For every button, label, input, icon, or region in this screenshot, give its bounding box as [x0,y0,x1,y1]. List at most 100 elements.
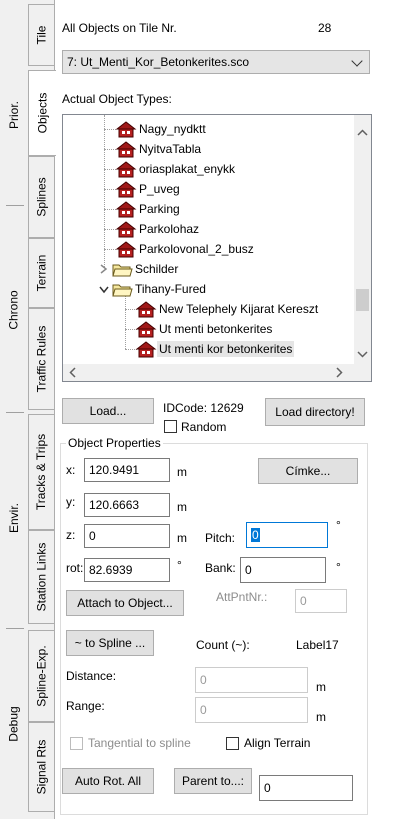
range-field[interactable]: 0 [195,697,308,723]
tangential-checkbox[interactable] [70,737,83,750]
scroll-up-icon[interactable] [357,125,368,139]
distance-field[interactable]: 0 [195,667,308,693]
tree-item-label: Tihany-Fured [135,282,206,296]
y-label: y: [66,495,76,509]
parent-value: 0 [264,781,271,795]
tree-item-selected[interactable]: Ut menti kor betonkerites [135,339,295,359]
cimke-button[interactable]: Címke... [258,458,358,484]
object-type-tree[interactable]: Nagy_nydktt NyitvaTabla oriasplakat_enyk… [62,114,372,382]
tree-item[interactable]: Parkolovonal_2_busz [115,239,256,259]
distance-unit: m [316,680,326,694]
tab-objects[interactable]: Objects [28,70,56,156]
bank-value: 0 [245,563,252,577]
folder-open-icon [112,284,133,297]
tab-traffic-rules[interactable]: Traffic Rules [28,308,54,410]
tree-item[interactable]: NyitvaTabla [115,139,203,159]
rot-value: 82.6939 [89,563,133,577]
object-select[interactable]: 7: Ut_Menti_Kor_Betonkerites.sco [62,50,370,74]
tree-vscrollbar[interactable] [354,115,371,364]
pitch-value: 0 [251,528,260,542]
tree-item-label: Ut menti betonkerites [159,322,273,336]
range-unit: m [316,710,326,724]
tab-spline-exp[interactable]: Spline-Exp. [28,630,54,722]
tab-splines[interactable]: Splines [28,156,54,238]
tab-signal-rts[interactable]: Signal Rts [28,722,54,812]
chevron-right-icon[interactable] [97,262,111,276]
to-spline-button[interactable]: ~ to Spline ... [66,630,154,656]
tree-hscrollbar[interactable] [63,364,371,381]
tree-item[interactable]: Ut menti betonkerites [135,319,274,339]
object-select-value: 7: Ut_Menti_Kor_Betonkerites.sco [67,55,250,69]
house-icon [135,341,157,358]
load-directory-button[interactable]: Load directory! [265,398,365,426]
group-separator [6,205,24,206]
tab-station-links[interactable]: Station Links [28,530,54,624]
scroll-down-icon[interactable] [357,347,368,361]
align-terrain-checkbox[interactable] [226,737,239,750]
tree-guide-line [104,115,105,267]
auto-rot-all-button[interactable]: Auto Rot. All [62,768,154,794]
align-terrain-label: Align Terrain [244,736,311,750]
house-icon [135,321,157,338]
random-label: Random [181,420,227,434]
house-icon [115,121,137,138]
tree-item[interactable]: New Telephely Kijarat Kereszt [135,299,320,319]
load-button[interactable]: Load... [62,398,154,424]
y-field[interactable]: 120.6663 [84,493,170,517]
rot-label: rot: [66,561,84,575]
tree-item[interactable]: P_uveg [115,179,182,199]
scroll-left-icon[interactable] [69,367,76,381]
random-checkbox[interactable] [164,420,177,433]
tree-item[interactable]: Parkolohaz [115,219,201,239]
attach-to-object-button[interactable]: Attach to Object... [66,590,184,616]
attpnt-field[interactable]: 0 [295,589,347,613]
house-icon [115,181,137,198]
pitch-label: Pitch: [205,531,236,545]
pitch-field[interactable]: 0 [246,522,328,548]
tree-item[interactable]: Nagy_nydktt [115,119,208,139]
tree-item-label: oriasplakat_enykk [139,162,236,176]
chevron-down-icon[interactable] [97,282,111,296]
parent-field[interactable]: 0 [259,775,353,801]
tree-item-label: Ut menti kor betonkerites [157,341,295,357]
y-value: 120.6663 [89,498,140,512]
tab-tracks-trips[interactable]: Tracks & Trips [28,414,54,530]
tree-item[interactable]: oriasplakat_enykk [115,159,237,179]
object-properties-title: Object Properties [66,436,163,450]
tree-item-label: Parkolohaz [139,222,200,236]
tangential-label: Tangential to spline [88,736,191,750]
tab-terrain[interactable]: Terrain [28,238,54,308]
chevron-down-icon [351,55,363,67]
house-icon [115,221,137,238]
tree-item[interactable]: Parking [115,199,182,219]
group-prior: Prior. [7,100,22,130]
range-label: Range: [66,699,105,713]
all-objects-label: All Objects on Tile Nr. [62,21,177,35]
group-separator [6,412,24,413]
parent-to-button[interactable]: Parent to...: [174,768,252,794]
z-field[interactable]: 0 [84,524,170,548]
tree-title: Actual Object Types: [62,92,172,106]
pitch-unit: ° [336,518,341,532]
house-icon [115,241,137,258]
tree-folder[interactable]: Tihany-Fured [97,279,208,299]
attpnt-value: 0 [300,594,307,608]
x-value: 120.9491 [89,463,140,477]
folder-icon [112,264,133,277]
house-icon [115,201,137,218]
scroll-right-icon[interactable] [336,367,343,381]
house-icon [135,301,157,318]
bank-field[interactable]: 0 [240,557,326,583]
tab-tile[interactable]: Tile [28,4,54,66]
group-separator [6,628,24,629]
x-field[interactable]: 120.9491 [84,458,170,482]
tree-item-label: Parkolovonal_2_busz [139,242,254,256]
scroll-thumb[interactable] [356,289,369,311]
tree-item-label: P_uveg [139,182,180,196]
bank-label: Bank: [205,561,236,575]
tile-number: 28 [318,21,332,35]
tree-folder[interactable]: Schilder [97,259,180,279]
z-label: z: [66,528,76,542]
rot-field[interactable]: 82.6939 [84,558,170,582]
rot-unit: ° [177,558,182,572]
